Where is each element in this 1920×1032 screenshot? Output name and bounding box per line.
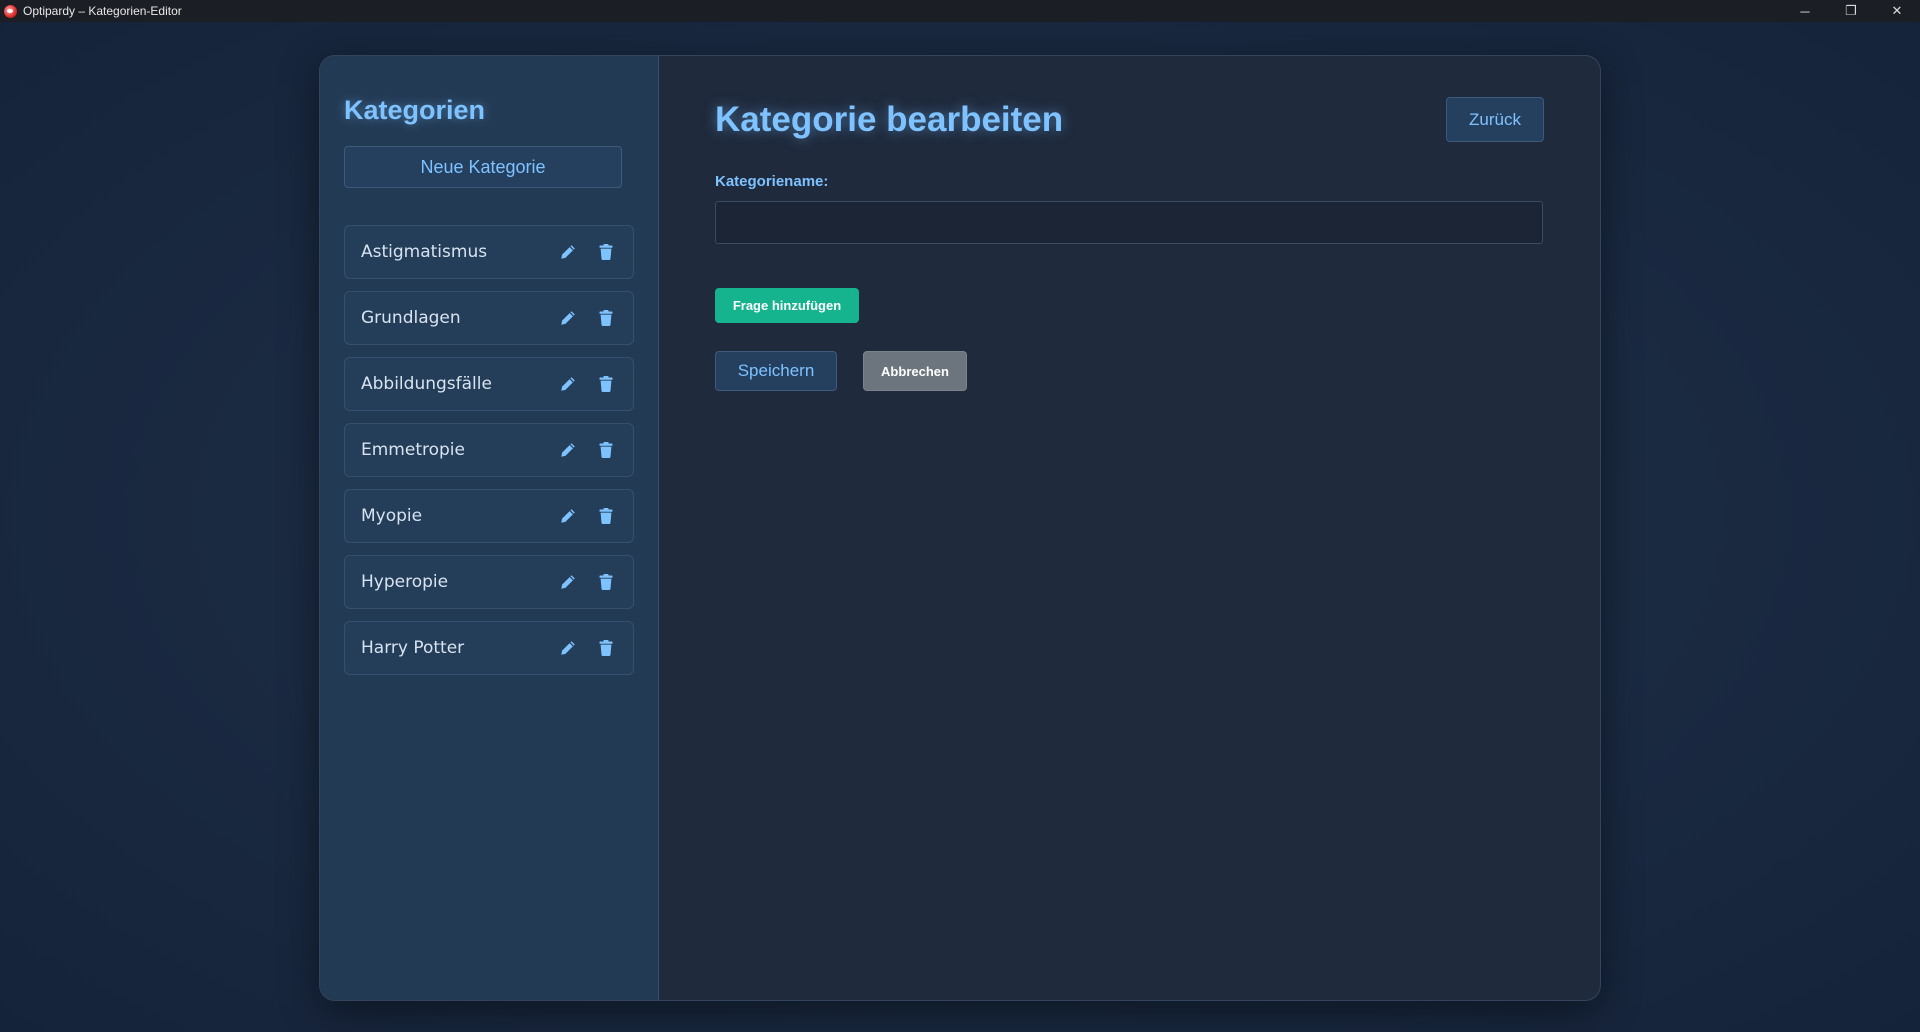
category-item-label: Grundlagen (361, 308, 461, 328)
window-titlebar: Optipardy – Kategorien-Editor ─ ❐ ✕ (0, 0, 1920, 22)
pencil-icon[interactable] (557, 373, 579, 395)
pencil-icon[interactable] (557, 571, 579, 593)
pencil-icon[interactable] (557, 439, 579, 461)
category-item[interactable]: Grundlagen (344, 291, 634, 345)
category-editor: Kategorie bearbeiten Zurück Kategorienam… (659, 56, 1600, 1000)
save-button[interactable]: Speichern (715, 351, 837, 391)
pencil-icon[interactable] (557, 505, 579, 527)
category-item-label: Harry Potter (361, 638, 465, 658)
category-item[interactable]: Harry Potter (344, 621, 634, 675)
category-item-label: Emmetropie (361, 440, 465, 460)
cancel-button[interactable]: Abbrechen (863, 351, 967, 391)
category-item[interactable]: Myopie (344, 489, 634, 543)
category-item[interactable]: Astigmatismus (344, 225, 634, 279)
trash-icon[interactable] (595, 571, 617, 593)
new-category-button[interactable]: Neue Kategorie (344, 146, 622, 188)
editor-card: Kategorien Neue Kategorie Astigmatismus … (319, 55, 1601, 1001)
close-button[interactable]: ✕ (1874, 0, 1920, 22)
category-item[interactable]: Abbildungsfälle (344, 357, 634, 411)
back-button[interactable]: Zurück (1446, 97, 1544, 142)
category-item-label: Hyperopie (361, 572, 449, 592)
trash-icon[interactable] (595, 307, 617, 329)
sidebar-title: Kategorien (344, 95, 486, 125)
trash-icon[interactable] (595, 637, 617, 659)
pencil-icon[interactable] (557, 241, 579, 263)
window-title: Optipardy – Kategorien-Editor (23, 4, 182, 18)
pencil-icon[interactable] (557, 307, 579, 329)
trash-icon[interactable] (595, 505, 617, 527)
category-name-label: Kategoriename: (715, 173, 829, 190)
trash-icon[interactable] (595, 241, 617, 263)
trash-icon[interactable] (595, 373, 617, 395)
category-item-label: Astigmatismus (361, 242, 488, 262)
trash-icon[interactable] (595, 439, 617, 461)
category-item[interactable]: Hyperopie (344, 555, 634, 609)
restore-button[interactable]: ❐ (1828, 0, 1874, 22)
pencil-icon[interactable] (557, 637, 579, 659)
category-item[interactable]: Emmetropie (344, 423, 634, 477)
minimize-button[interactable]: ─ (1782, 0, 1828, 22)
page-title: Kategorie bearbeiten (715, 100, 1064, 139)
category-item-label: Myopie (361, 506, 423, 526)
category-sidebar: Kategorien Neue Kategorie Astigmatismus … (320, 56, 659, 1000)
category-list: Astigmatismus Grundlagen Abbildungsfälle… (344, 225, 634, 675)
category-name-input[interactable] (715, 201, 1543, 244)
app-logo-icon (4, 4, 17, 18)
add-question-button[interactable]: Frage hinzufügen (715, 288, 859, 323)
category-item-label: Abbildungsfälle (361, 374, 492, 394)
